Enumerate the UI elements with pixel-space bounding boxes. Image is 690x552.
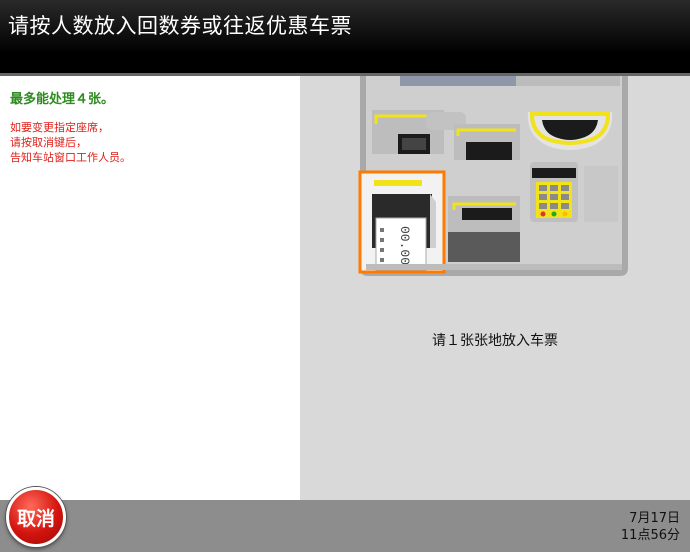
notice-line-3: 告知车站窗口工作人员。 <box>10 151 131 164</box>
right-panel: 00.00 请１张张地放入车票 <box>300 76 690 500</box>
notice-line-2: 请按取消键后， <box>10 136 87 149</box>
max-tickets-text: 最多能处理４张。 <box>10 92 115 107</box>
key-yellow <box>562 211 568 217</box>
cancel-button[interactable]: 取消 <box>6 487 66 547</box>
key <box>539 194 547 200</box>
ticket-digits: 00.00 <box>397 226 412 265</box>
key-green <box>551 211 557 217</box>
header-bar: 请按人数放入回数券或往返优惠车票 <box>0 0 690 76</box>
top-window <box>400 76 518 86</box>
page-title: 请按人数放入回数券或往返优惠车票 <box>8 14 352 38</box>
key-red <box>540 211 546 217</box>
machine-trim <box>366 264 622 270</box>
lower-opening <box>448 232 520 262</box>
upper-right-slot <box>466 142 512 160</box>
key <box>550 203 558 209</box>
left-panel: 最多能处理４张。 如要变更指定座席， 请按取消键后， 告知车站窗口工作人员。 <box>0 76 300 500</box>
datetime-display: 7月17日 11点56分 <box>621 510 680 544</box>
side-panel <box>584 166 618 222</box>
cancel-label: 取消 <box>16 507 55 530</box>
upper-left-slot-inner <box>402 138 426 150</box>
ticket-icon: 00.00 <box>375 217 427 271</box>
ticket-slot-light <box>374 180 422 186</box>
keypad <box>536 182 572 218</box>
footer-bar <box>0 500 690 552</box>
seat-change-notice: 如要变更指定座席， 请按取消键后， 告知车站窗口工作人员。 <box>10 120 131 165</box>
key <box>550 185 558 191</box>
key <box>561 194 569 200</box>
top-panel <box>516 76 620 86</box>
key <box>550 194 558 200</box>
middle-slot <box>462 208 512 220</box>
key <box>539 203 547 209</box>
key <box>561 185 569 191</box>
keypad-display <box>532 168 576 178</box>
ticket-machine-illustration: 00.00 <box>358 76 628 276</box>
ticket-slot-edge <box>430 194 436 248</box>
instruction-text: 请１张张地放入车票 <box>432 333 558 349</box>
time-text: 11点56分 <box>620 528 680 543</box>
key <box>539 185 547 191</box>
notice-line-1: 如要变更指定座席， <box>10 121 109 134</box>
key <box>561 203 569 209</box>
date-text: 7月17日 <box>629 511 680 526</box>
